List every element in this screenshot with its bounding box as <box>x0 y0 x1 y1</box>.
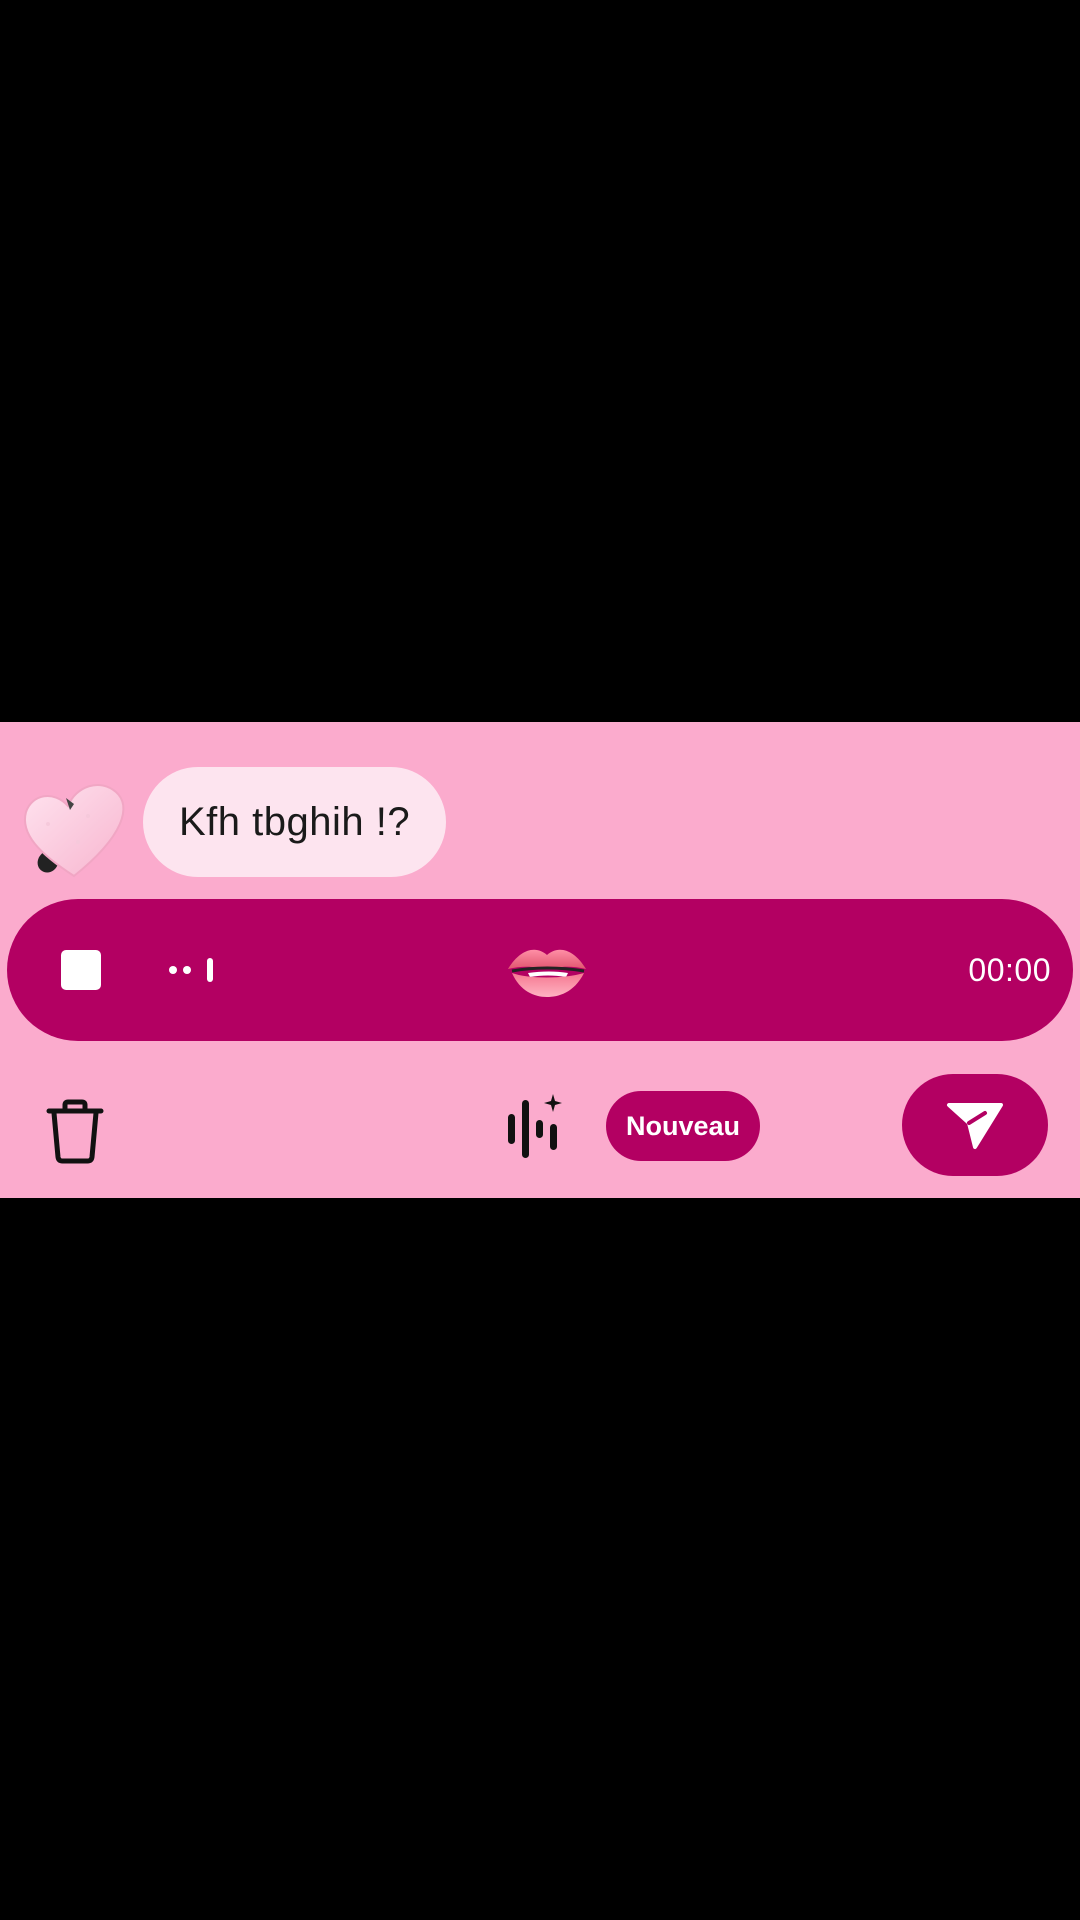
stop-icon <box>61 950 101 990</box>
received-message-bubble[interactable]: Kfh tbghih !? <box>143 767 447 877</box>
recording-bar: 00:00 <box>7 899 1073 1041</box>
heart-avatar <box>18 776 136 886</box>
send-icon <box>947 1103 1003 1149</box>
waveform-icon <box>165 954 225 986</box>
ai-voice-effect-button[interactable] <box>500 1090 566 1174</box>
new-feature-badge[interactable]: Nouveau <box>606 1091 760 1161</box>
send-button[interactable] <box>902 1074 1048 1176</box>
recording-timer: 00:00 <box>968 952 1051 988</box>
trash-icon <box>46 1099 104 1164</box>
screen: Kfh tbghih !? 00:00 Nouveau <box>0 0 1080 1920</box>
ai-voice-effect-icon <box>508 1094 562 1158</box>
stop-recording-button[interactable] <box>57 946 105 994</box>
delete-recording-button[interactable] <box>40 1092 110 1172</box>
message-text: Kfh tbghih !? <box>179 799 411 844</box>
voice-message-composer: Kfh tbghih !? 00:00 Nouveau <box>0 722 1080 1198</box>
biting-lip-emoji <box>504 935 590 1005</box>
